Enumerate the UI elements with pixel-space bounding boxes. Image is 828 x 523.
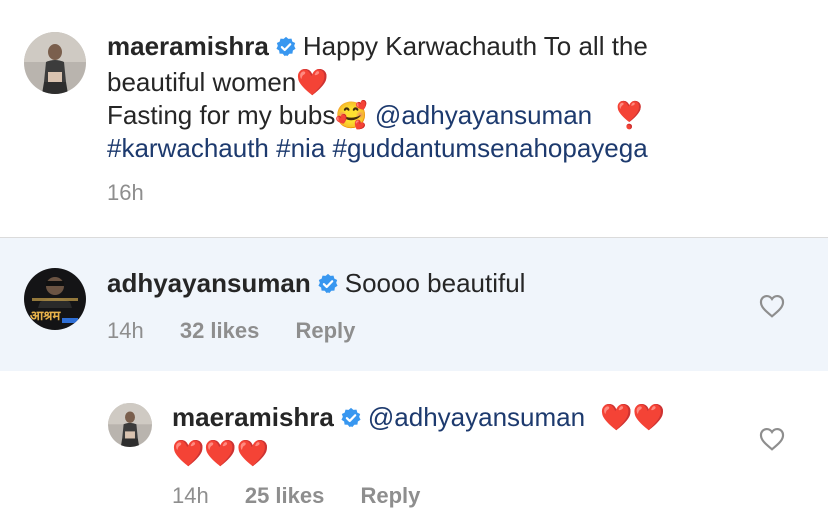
reply-text: maeramishra @adhyayansuman ❤️❤️ ❤️❤️❤️ [172, 401, 732, 470]
reply-hearts-line2: ❤️❤️❤️ [172, 438, 270, 468]
reply-meta: 14h 25 likes Reply [172, 483, 450, 509]
caption-avatar[interactable] [24, 32, 86, 94]
caption-line3: Fasting for my bubs [107, 100, 336, 130]
hashtag-karwachauth[interactable]: #karwachauth [107, 133, 269, 163]
comment-text: adhyayansuman Soooo beautiful [107, 267, 747, 303]
comment-likes[interactable]: 32 likes [180, 318, 260, 343]
caption-block: maeramishra Happy Karwachauth To all the … [0, 0, 828, 237]
comment-reply-button[interactable]: Reply [295, 318, 355, 343]
hashtag-nia[interactable]: #nia [276, 133, 325, 163]
caption-username[interactable]: maeramishra [107, 31, 269, 61]
caption-time[interactable]: 16h [107, 180, 144, 205]
reply-avatar[interactable] [108, 403, 152, 447]
comment-block: आश्रम adhyayansuman Soooo beautiful 14h 3… [0, 237, 828, 372]
reply-likes[interactable]: 25 likes [245, 483, 325, 508]
caption-meta: 16h [107, 180, 174, 206]
caption-line2: beautiful women [107, 67, 297, 97]
smiling-face-emoji: 🥰 [335, 100, 368, 130]
heart-emoji: ❤️ [296, 67, 329, 97]
caption-text: maeramishra Happy Karwachauth To all the … [107, 30, 807, 165]
caption-line1: Happy Karwachauth To all the [302, 31, 648, 61]
hashtag-guddantumsenahopayega[interactable]: #guddantumsenahopayega [333, 133, 648, 163]
caption-mention[interactable]: @adhyayansuman [375, 100, 592, 130]
reply-hearts-line1: ❤️❤️ [600, 402, 666, 432]
heart-outline-icon[interactable] [759, 427, 785, 451]
reply-reply-button[interactable]: Reply [360, 483, 420, 508]
comment-meta: 14h 32 likes Reply [107, 318, 385, 344]
heart-exclamation-emoji: ❣️ [613, 100, 646, 130]
verified-badge-icon [340, 404, 362, 437]
comment-avatar[interactable]: आश्रम [24, 268, 86, 330]
comment-body: Soooo beautiful [344, 268, 526, 298]
comment-time[interactable]: 14h [107, 318, 144, 343]
reply-mention[interactable]: @adhyayansuman [368, 402, 585, 432]
comment-avatar-text: आश्रम [30, 309, 61, 324]
reply-username[interactable]: maeramishra [172, 402, 334, 432]
reply-time[interactable]: 14h [172, 483, 209, 508]
verified-badge-icon [317, 270, 339, 303]
verified-badge-icon [275, 33, 297, 66]
heart-outline-icon[interactable] [759, 294, 785, 318]
comment-username[interactable]: adhyayansuman [107, 268, 311, 298]
reply-block: maeramishra @adhyayansuman ❤️❤️ ❤️❤️❤️ 14… [0, 371, 828, 523]
